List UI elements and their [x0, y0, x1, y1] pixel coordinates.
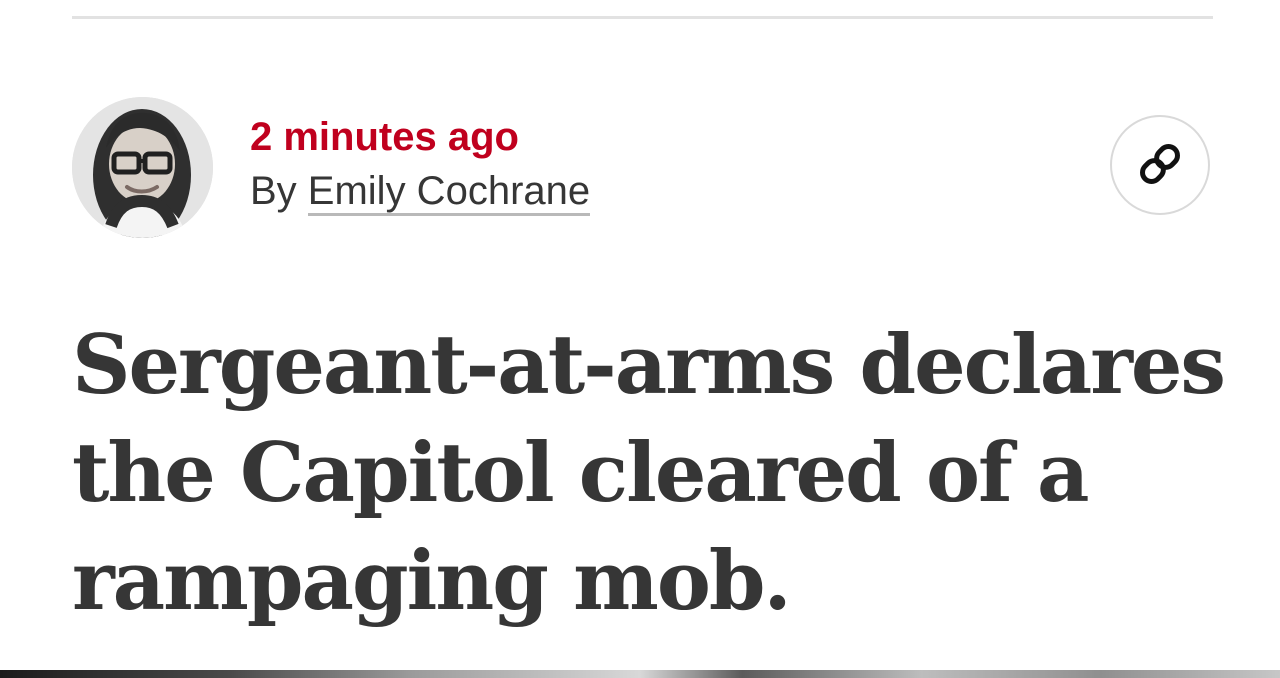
author-avatar[interactable] [72, 97, 213, 238]
author-link[interactable]: Emily Cochrane [307, 169, 591, 216]
article-image [0, 670, 1280, 678]
timestamp: 2 minutes ago [250, 115, 519, 159]
link-icon [1132, 136, 1188, 195]
post-meta: 2 minutes ago By Emily Cochrane [250, 112, 591, 220]
divider [72, 16, 1213, 19]
byline-prefix: By [250, 169, 308, 213]
byline: By Emily Cochrane [250, 162, 591, 220]
copy-link-button[interactable] [1110, 115, 1210, 215]
live-update-card: 2 minutes ago By Emily Cochrane Sergeant… [0, 0, 1280, 678]
headline: Sergeant-at-arms declares the Capitol cl… [72, 318, 1226, 629]
